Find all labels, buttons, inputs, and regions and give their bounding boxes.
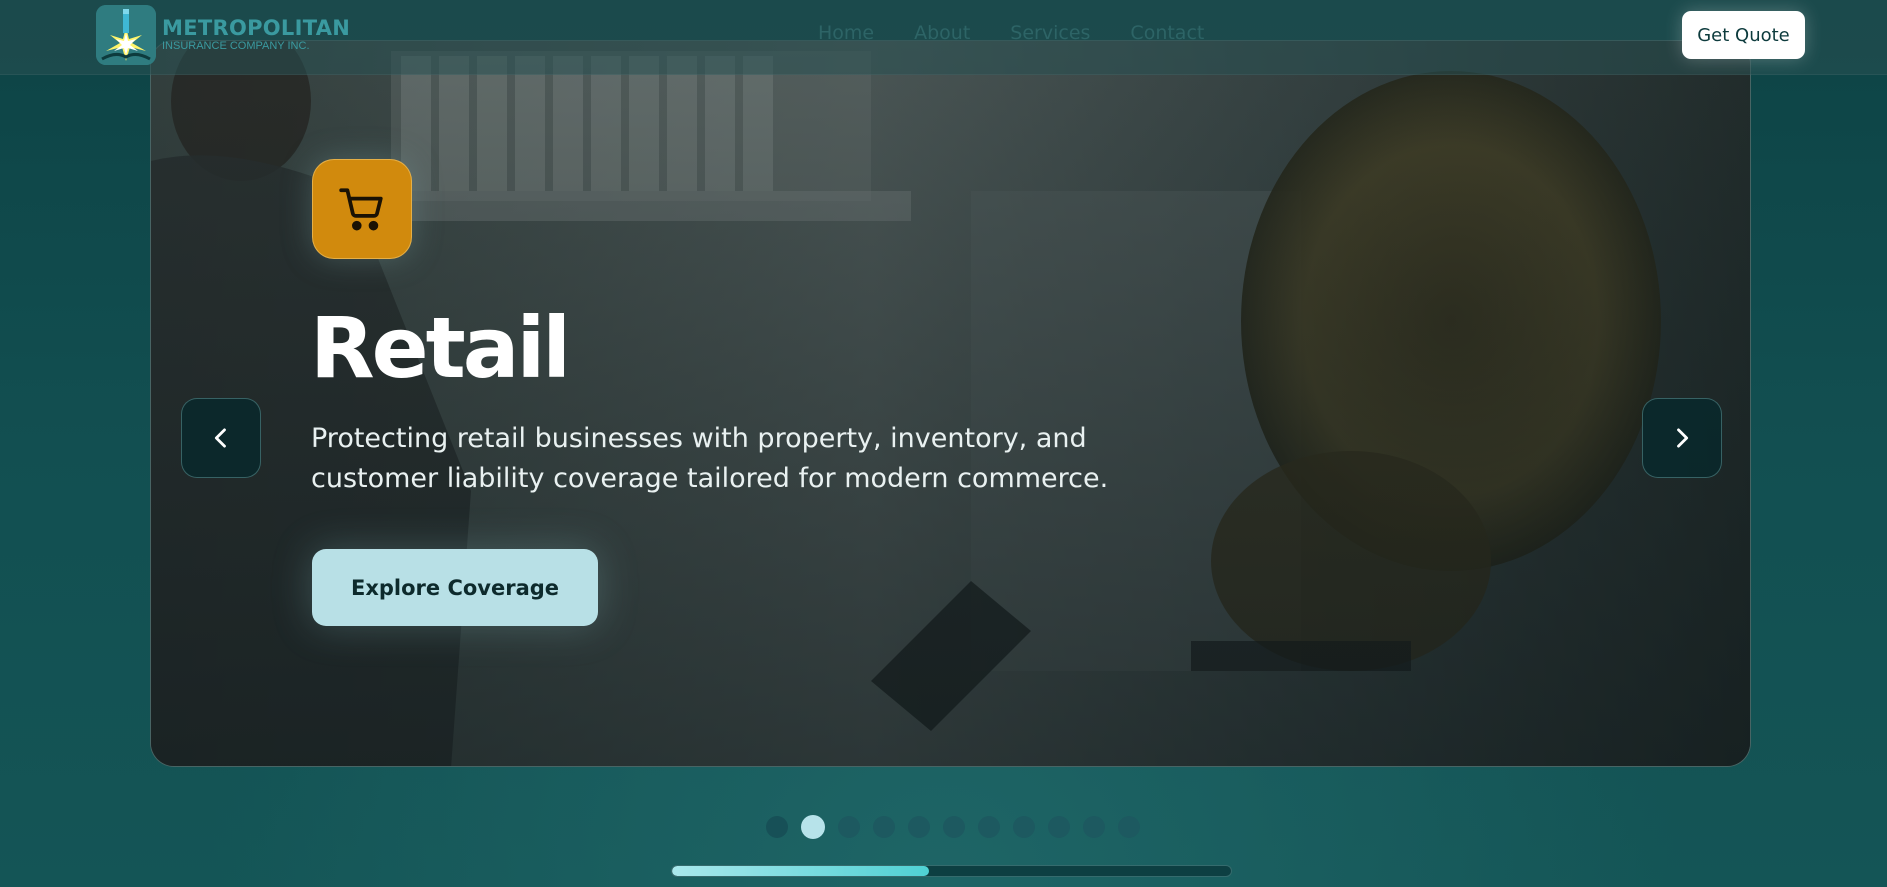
logo-subtitle: INSURANCE COMPANY INC. [162, 40, 310, 52]
carousel-dot-1[interactable] [766, 816, 788, 838]
carousel-dots [766, 815, 1140, 839]
carousel-dot-11[interactable] [1118, 816, 1140, 838]
starburst-pen-logo-icon [96, 5, 156, 65]
carousel-dot-8[interactable] [1013, 816, 1035, 838]
carousel-dot-6[interactable] [943, 816, 965, 838]
logo-name: METROPOLITAN [162, 16, 351, 40]
carousel-dot-5[interactable] [908, 816, 930, 838]
carousel-dot-7[interactable] [978, 816, 1000, 838]
main-nav: Home About Services Contact [818, 22, 1204, 44]
carousel-dot-9[interactable] [1048, 816, 1070, 838]
previous-slide-button[interactable] [181, 398, 261, 478]
slide-title: Retail [310, 299, 571, 397]
nav-services-link[interactable]: Services [1010, 22, 1090, 44]
carousel-dot-4[interactable] [873, 816, 895, 838]
slide-description: Protecting retail businesses with proper… [311, 423, 1109, 494]
nav-home-link[interactable]: Home [818, 22, 874, 44]
chevron-left-icon [214, 428, 226, 448]
hero-slide: Retail Protecting retail businesses with… [150, 40, 1751, 767]
slide-progress-fill [672, 866, 930, 876]
slide-progress-bar [671, 865, 1232, 877]
explore-coverage-button[interactable]: Explore Coverage [312, 549, 598, 626]
site-header: METROPOLITAN INSURANCE COMPANY INC. Home… [0, 0, 1887, 75]
nav-contact-link[interactable]: Contact [1130, 22, 1204, 44]
next-slide-button[interactable] [1642, 398, 1722, 478]
logo[interactable]: METROPOLITAN INSURANCE COMPANY INC. [96, 5, 350, 65]
get-quote-button[interactable]: Get Quote [1682, 11, 1805, 59]
hero-overlay [151, 41, 1750, 766]
carousel-dot-10[interactable] [1083, 816, 1105, 838]
carousel-dot-2[interactable] [801, 815, 825, 839]
carousel-dot-3[interactable] [838, 816, 860, 838]
shopping-cart-icon [312, 159, 412, 259]
nav-about-link[interactable]: About [914, 22, 970, 44]
chevron-right-icon [1677, 428, 1689, 448]
